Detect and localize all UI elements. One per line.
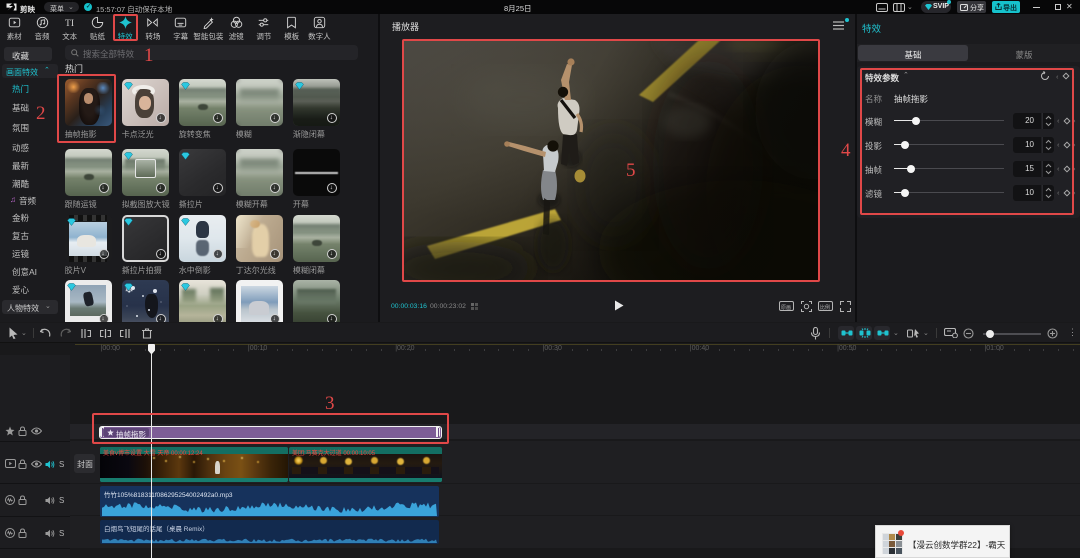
svg-text:TI: TI [65,19,74,29]
